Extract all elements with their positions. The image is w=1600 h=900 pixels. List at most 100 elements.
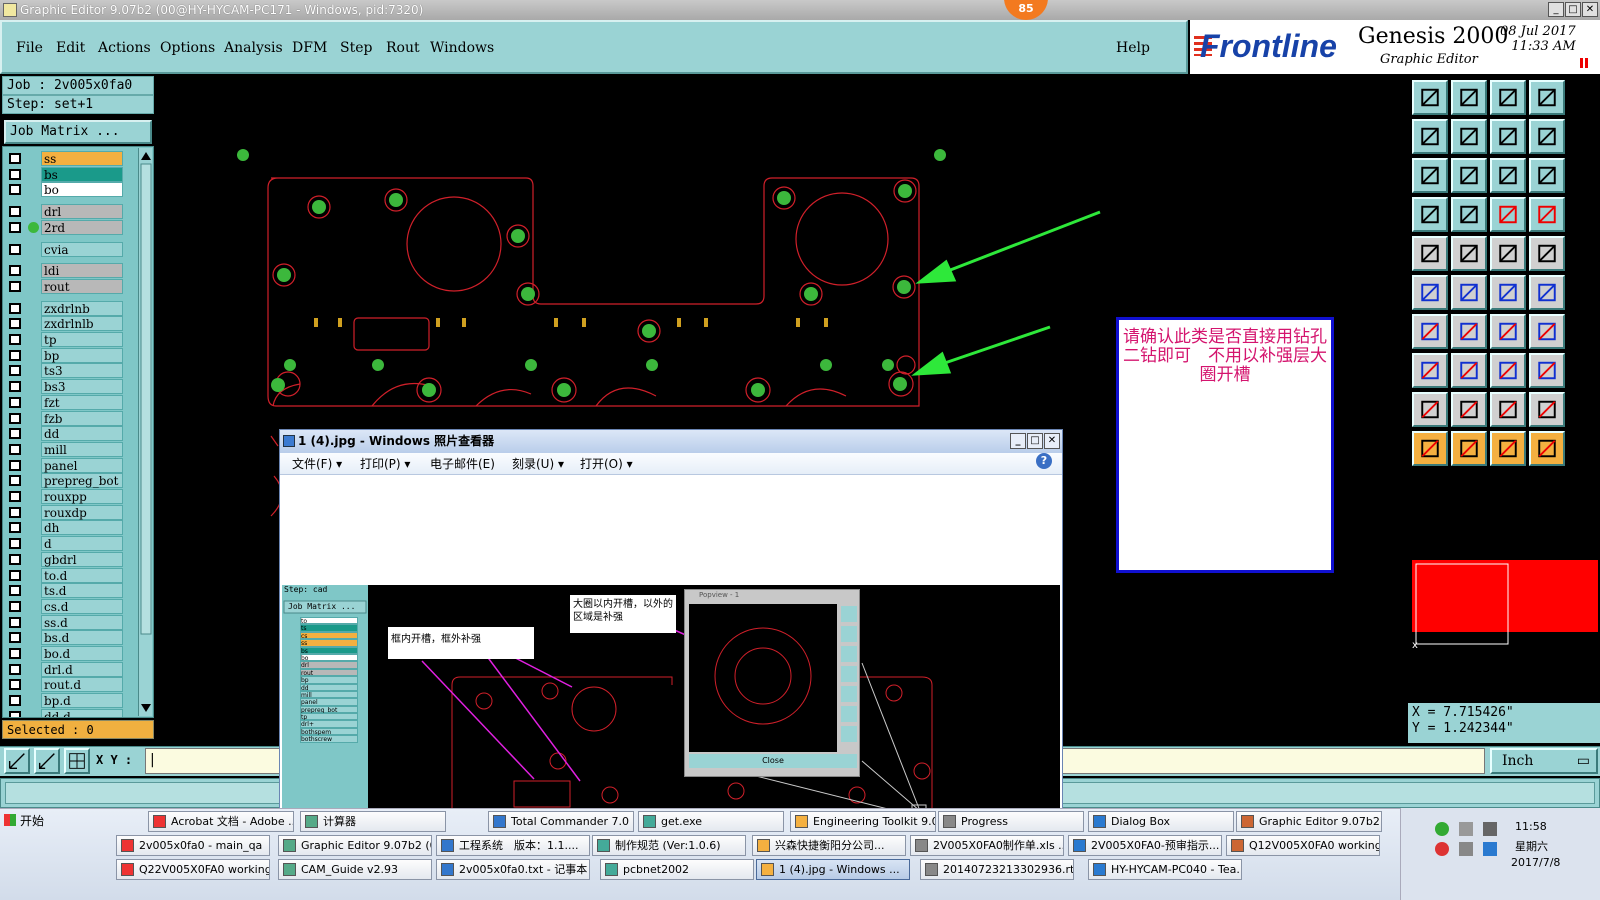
pv-maximize-button[interactable]: □	[1027, 433, 1043, 449]
layer-row[interactable]: prepreg_bot	[3, 473, 139, 489]
layer-checkbox[interactable]	[9, 475, 21, 487]
layer-name[interactable]: d	[41, 536, 123, 552]
layer-checkbox[interactable]	[9, 265, 21, 277]
layer-row[interactable]: ts3	[3, 363, 139, 379]
layer-name[interactable]: dd	[41, 426, 123, 442]
menu-analysis[interactable]: Analysis	[224, 40, 283, 56]
layer-row[interactable]: zxdrlnlb	[3, 316, 139, 332]
drill-icon[interactable]	[1451, 197, 1487, 232]
layer-checkbox[interactable]	[9, 443, 21, 455]
layer-checkbox[interactable]	[9, 381, 21, 393]
layers-icon[interactable]	[1529, 353, 1565, 388]
select-arrow-icon[interactable]	[1412, 431, 1448, 466]
layer-row[interactable]: fzb	[3, 410, 139, 426]
slash-icon[interactable]	[1451, 314, 1487, 349]
layer-checkbox[interactable]	[9, 243, 21, 255]
layer-name[interactable]: ldi	[41, 263, 123, 279]
layer-checkbox[interactable]	[9, 334, 21, 345]
layer-row[interactable]: ts.d	[3, 583, 139, 599]
layer-name[interactable]: tp	[41, 332, 123, 347]
taskbar-button[interactable]: Progress	[938, 811, 1084, 832]
select-point-icon[interactable]	[1490, 431, 1526, 466]
menu-rout[interactable]: Rout	[386, 40, 420, 56]
layer-name[interactable]: zxdrlnb	[41, 300, 123, 316]
taskbar-button[interactable]: Dialog Box	[1088, 811, 1234, 832]
taskbar-button[interactable]: 工程系统 版本：1.1....	[436, 835, 590, 856]
horizontal-line-icon[interactable]	[1451, 353, 1487, 388]
layer-name[interactable]: ts3	[41, 363, 123, 379]
layer-row[interactable]: ldi	[3, 263, 139, 279]
route-icon[interactable]	[1490, 197, 1526, 232]
pv-menu-print[interactable]: 打印(P) ▾	[360, 453, 410, 475]
layer-name[interactable]: bp	[41, 347, 123, 363]
menu-help[interactable]: Help	[1116, 40, 1150, 56]
taskbar-button[interactable]: Engineering Toolkit 9.0...	[790, 811, 936, 832]
usb-icon[interactable]	[1459, 822, 1473, 836]
layer-checkbox[interactable]	[9, 522, 21, 534]
layer-checkbox[interactable]	[9, 184, 21, 196]
layer-checkbox[interactable]	[9, 365, 21, 377]
layer-name[interactable]: dh	[41, 520, 123, 536]
mirror-icon[interactable]	[1529, 119, 1565, 154]
copy-icon[interactable]	[1451, 236, 1487, 271]
layer-row[interactable]: ss	[3, 151, 139, 166]
step-left-icon[interactable]	[1412, 119, 1448, 154]
taskbar-button[interactable]: 计算器	[300, 811, 446, 832]
photo-viewer-window[interactable]: 1 (4).jpg - Windows 照片查看器 _ □ ✕ 文件(F) ▾ …	[279, 429, 1063, 825]
settings-icon[interactable]	[1412, 197, 1448, 232]
connect-icon[interactable]	[1412, 275, 1448, 310]
layer-row[interactable]: bs.d	[3, 630, 139, 646]
zoom-fit-icon[interactable]	[4, 748, 30, 774]
layer-row[interactable]: dd	[3, 426, 139, 442]
layer-checkbox[interactable]	[9, 710, 21, 717]
taskbar-button[interactable]: Q22V005X0FA0 working ...	[116, 859, 270, 880]
shape-icon[interactable]	[1490, 392, 1526, 427]
snap-icon[interactable]	[1412, 236, 1448, 271]
layer-name[interactable]: bs3	[41, 379, 123, 395]
taskbar-button[interactable]: Total Commander 7.0 ...	[488, 811, 634, 832]
pv-minimize-button[interactable]: _	[1010, 433, 1026, 449]
layer-name[interactable]: bo.d	[41, 646, 123, 661]
layer-row[interactable]: dh	[3, 520, 139, 536]
layer-checkbox[interactable]	[9, 491, 21, 502]
taskbar-button[interactable]: HY-HYCAM-PC040 - Tea...	[1088, 859, 1242, 880]
layer-row[interactable]: drl	[3, 204, 139, 220]
triangle-icon[interactable]	[1412, 392, 1448, 427]
menu-dfm[interactable]: DFM	[292, 40, 327, 56]
layer-row[interactable]: rout	[3, 278, 139, 294]
network-icon[interactable]	[1435, 822, 1449, 836]
signal-icon[interactable]	[1483, 822, 1497, 836]
overview-map[interactable]: x	[1408, 522, 1600, 697]
antivirus-icon[interactable]	[1435, 842, 1449, 856]
layer-row[interactable]: bp	[3, 347, 139, 363]
taskbar-button[interactable]: pcbnet2002	[600, 859, 754, 880]
import-icon[interactable]	[1412, 80, 1448, 115]
matrix-icon[interactable]	[1529, 197, 1565, 232]
layer-checkbox[interactable]	[9, 412, 21, 424]
layer-name[interactable]: rouxpp	[41, 489, 123, 504]
taskbar-button[interactable]: Graphic Editor 9.07b2 (0...	[278, 835, 432, 856]
layer-row[interactable]: rouxpp	[3, 489, 139, 504]
select-multi-icon[interactable]	[1529, 431, 1565, 466]
delete-icon[interactable]	[1451, 275, 1487, 310]
layer-name[interactable]: dd.d	[41, 708, 123, 717]
surface-icon[interactable]	[1529, 392, 1565, 427]
layer-name[interactable]: rouxdp	[41, 504, 123, 520]
layer-row[interactable]: bo.d	[3, 646, 139, 661]
menu-actions[interactable]: Actions	[98, 40, 151, 56]
taskbar-button[interactable]: 2V005X0FA0-预审指示...	[1068, 835, 1222, 856]
layer-row[interactable]: zxdrlnb	[3, 300, 139, 316]
menu-windows[interactable]: Windows	[430, 40, 494, 56]
measure-icon[interactable]	[1490, 353, 1526, 388]
layer-name[interactable]: bs	[41, 166, 123, 182]
taskbar-button[interactable]: 2V005X0FA0制作单.xls ...	[910, 835, 1064, 856]
clock-time[interactable]: 11:58	[1515, 820, 1547, 833]
close-button[interactable]: ✕	[1582, 2, 1598, 17]
pv-menu-burn[interactable]: 刻录(U) ▾	[512, 453, 564, 475]
layer-checkbox[interactable]	[9, 600, 21, 612]
layer-row[interactable]: dd.d	[3, 708, 139, 717]
layer-checkbox[interactable]	[9, 318, 21, 330]
layer-row[interactable]: panel	[3, 457, 139, 473]
home-icon[interactable]	[1490, 80, 1526, 115]
layer-name[interactable]: bp.d	[41, 693, 123, 709]
